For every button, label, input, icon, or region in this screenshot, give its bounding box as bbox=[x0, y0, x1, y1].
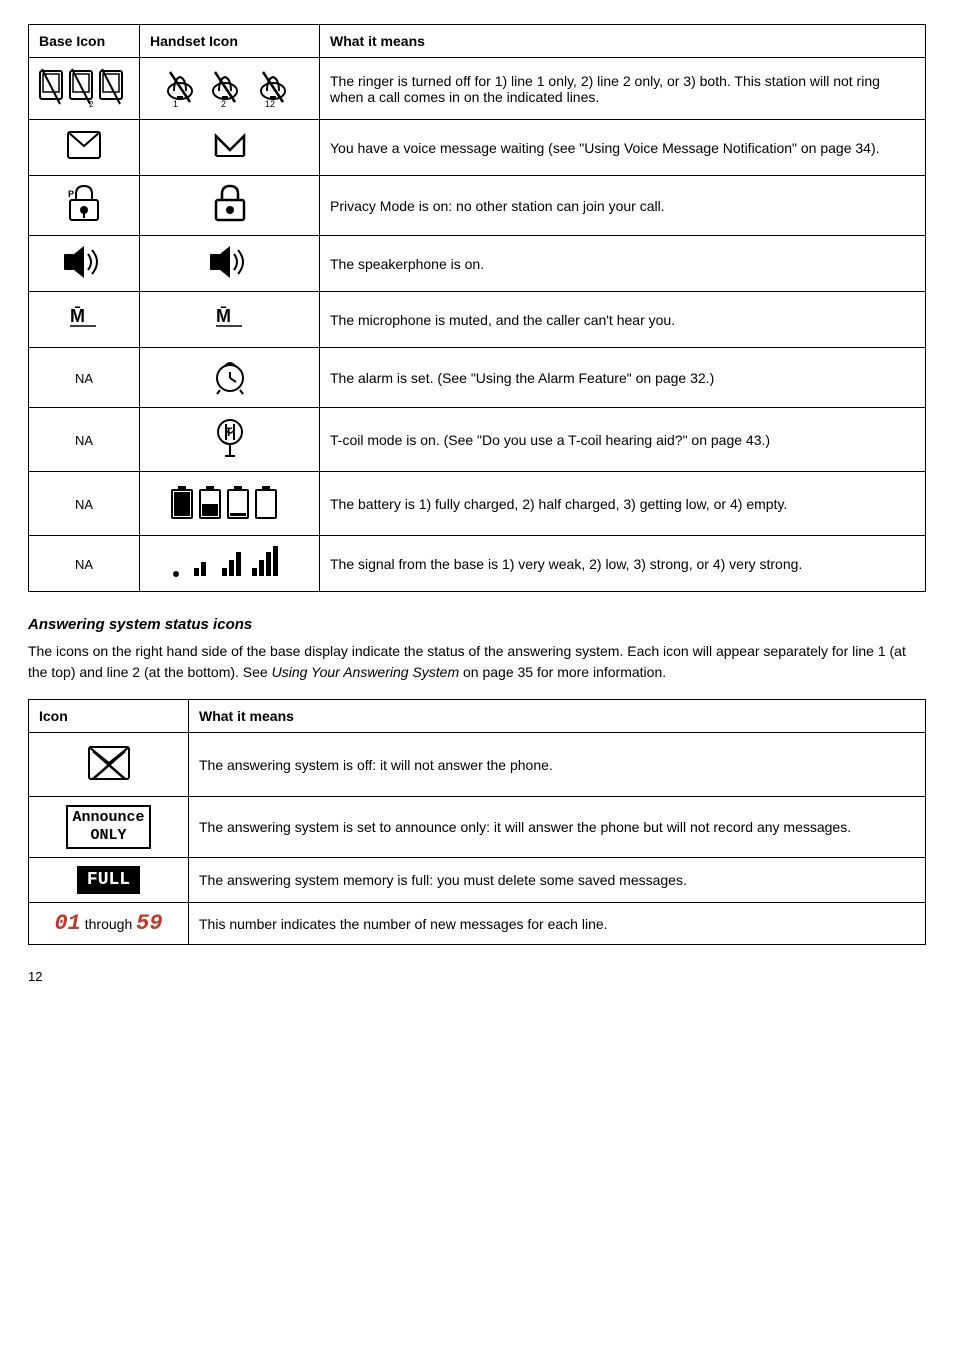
page-number: 12 bbox=[28, 969, 926, 984]
table-row: M̄ M̄ The microphone is muted, and the c… bbox=[29, 292, 926, 348]
privacy-handset-icon bbox=[212, 184, 248, 224]
table-row: NA bbox=[29, 536, 926, 592]
na-label-tcoil: NA bbox=[75, 433, 93, 448]
na-label-battery: NA bbox=[75, 497, 93, 512]
svg-text:P: P bbox=[68, 189, 74, 199]
description-cell-signal: The signal from the base is 1) very weak… bbox=[320, 536, 926, 592]
ans-desc-announce: The answering system is set to announce … bbox=[189, 797, 926, 858]
description-cell-ringer: The ringer is turned off for 1) line 1 o… bbox=[320, 58, 926, 120]
ans-icon-cell-full: FULL bbox=[29, 858, 189, 903]
table-row: You have a voice message waiting (see "U… bbox=[29, 120, 926, 176]
italic-phrase: Using Your Answering System bbox=[272, 664, 460, 680]
signal-handset-icon bbox=[170, 544, 290, 580]
table-row: 2 1 bbox=[29, 58, 926, 120]
ans-desc-full: The answering system memory is full: you… bbox=[189, 858, 926, 903]
col-header-meaning: What it means bbox=[320, 25, 926, 58]
description-cell-mute: The microphone is muted, and the caller … bbox=[320, 292, 926, 348]
description-cell-battery: The battery is 1) fully charged, 2) half… bbox=[320, 472, 926, 536]
handset-icon-cell-voicemail bbox=[140, 120, 320, 176]
svg-text:M̄: M̄ bbox=[70, 306, 85, 326]
msg-count-59: 59 bbox=[136, 911, 162, 936]
handset-icon-cell-privacy bbox=[140, 176, 320, 236]
base-icon-cell-speaker bbox=[29, 236, 140, 292]
answer-table: Icon What it means The answering sy bbox=[28, 699, 926, 945]
svg-text:2: 2 bbox=[89, 100, 94, 108]
na-label-signal: NA bbox=[75, 557, 93, 572]
na-label-alarm: NA bbox=[75, 371, 93, 386]
ans-icon-cell-announce: Announce ONLY bbox=[29, 797, 189, 858]
tcoil-handset-icon: T bbox=[212, 416, 248, 460]
base-icon-cell-battery: NA bbox=[29, 472, 140, 536]
ans-desc-count: This number indicates the number of new … bbox=[189, 903, 926, 945]
table-row: NA T T-coil mode bbox=[29, 408, 926, 472]
col-header-base: Base Icon bbox=[29, 25, 140, 58]
battery-handset-icon bbox=[170, 480, 290, 524]
ans-icon-cell-off bbox=[29, 733, 189, 797]
description-cell-alarm: The alarm is set. (See "Using the Alarm … bbox=[320, 348, 926, 408]
table-row: NA bbox=[29, 472, 926, 536]
alarm-handset-icon bbox=[212, 356, 248, 396]
handset-icon-cell-tcoil: T bbox=[140, 408, 320, 472]
handset-icon-cell-alarm bbox=[140, 348, 320, 408]
ans-desc-off: The answering system is off: it will not… bbox=[189, 733, 926, 797]
table-row: The speakerphone is on. bbox=[29, 236, 926, 292]
handset-icon-cell-mute: M̄ bbox=[140, 292, 320, 348]
svg-text:12: 12 bbox=[265, 99, 275, 107]
table-row: FULL The answering system memory is full… bbox=[29, 858, 926, 903]
handset-icon-cell-speaker bbox=[140, 236, 320, 292]
msg-count-01: 01 bbox=[54, 911, 80, 936]
speaker-handset-icon bbox=[208, 244, 252, 280]
msg-through-label: through bbox=[85, 916, 132, 932]
handset-icon-cell-ringer: 1 2 12 bbox=[140, 58, 320, 120]
table-row: P Privacy Mode is on: no other station c… bbox=[29, 176, 926, 236]
svg-text:M̄: M̄ bbox=[216, 306, 231, 326]
handset-icon-cell-battery bbox=[140, 472, 320, 536]
ringer-off-handset-icon: 1 2 12 bbox=[165, 67, 295, 107]
description-cell-voicemail: You have a voice message waiting (see "U… bbox=[320, 120, 926, 176]
table-row: NA The alarm is bbox=[29, 348, 926, 408]
section-paragraph: The icons on the right hand side of the … bbox=[28, 641, 926, 683]
table-row: Announce ONLY The answering system is se… bbox=[29, 797, 926, 858]
announce-only-icon: Announce ONLY bbox=[66, 805, 150, 849]
mute-handset-icon: M̄ bbox=[212, 300, 248, 336]
voicemail-base-icon bbox=[66, 128, 102, 164]
full-icon: FULL bbox=[77, 866, 140, 894]
description-cell-privacy: Privacy Mode is on: no other station can… bbox=[320, 176, 926, 236]
svg-text:1: 1 bbox=[173, 99, 178, 107]
ans-icon-cell-count: 01 through 59 bbox=[29, 903, 189, 945]
table-row: The answering system is off: it will not… bbox=[29, 733, 926, 797]
col-header-icon: Icon bbox=[29, 700, 189, 733]
table-row: 01 through 59 This number indicates the … bbox=[29, 903, 926, 945]
main-icon-table: Base Icon Handset Icon What it means bbox=[28, 24, 926, 592]
base-icon-cell-privacy: P bbox=[29, 176, 140, 236]
ringer-off-base-icon: 2 bbox=[39, 66, 129, 108]
answering-off-icon bbox=[87, 741, 131, 785]
description-cell-speaker: The speakerphone is on. bbox=[320, 236, 926, 292]
voicemail-handset-icon bbox=[212, 128, 248, 164]
col-header-handset: Handset Icon bbox=[140, 25, 320, 58]
base-icon-cell-voicemail bbox=[29, 120, 140, 176]
mute-base-icon: M̄ bbox=[66, 300, 102, 336]
privacy-base-icon: P bbox=[66, 184, 102, 224]
section-heading: Answering system status icons bbox=[28, 616, 926, 633]
base-icon-cell-alarm: NA bbox=[29, 348, 140, 408]
base-icon-cell-tcoil: NA bbox=[29, 408, 140, 472]
svg-text:T: T bbox=[225, 425, 233, 439]
svg-text:2: 2 bbox=[221, 99, 226, 107]
base-icon-cell-mute: M̄ bbox=[29, 292, 140, 348]
base-icon-cell-ringer: 2 bbox=[29, 58, 140, 120]
description-cell-tcoil: T-coil mode is on. (See "Do you use a T-… bbox=[320, 408, 926, 472]
handset-icon-cell-signal bbox=[140, 536, 320, 592]
col-header-meaning2: What it means bbox=[189, 700, 926, 733]
base-icon-cell-signal: NA bbox=[29, 536, 140, 592]
speaker-base-icon bbox=[62, 244, 106, 280]
